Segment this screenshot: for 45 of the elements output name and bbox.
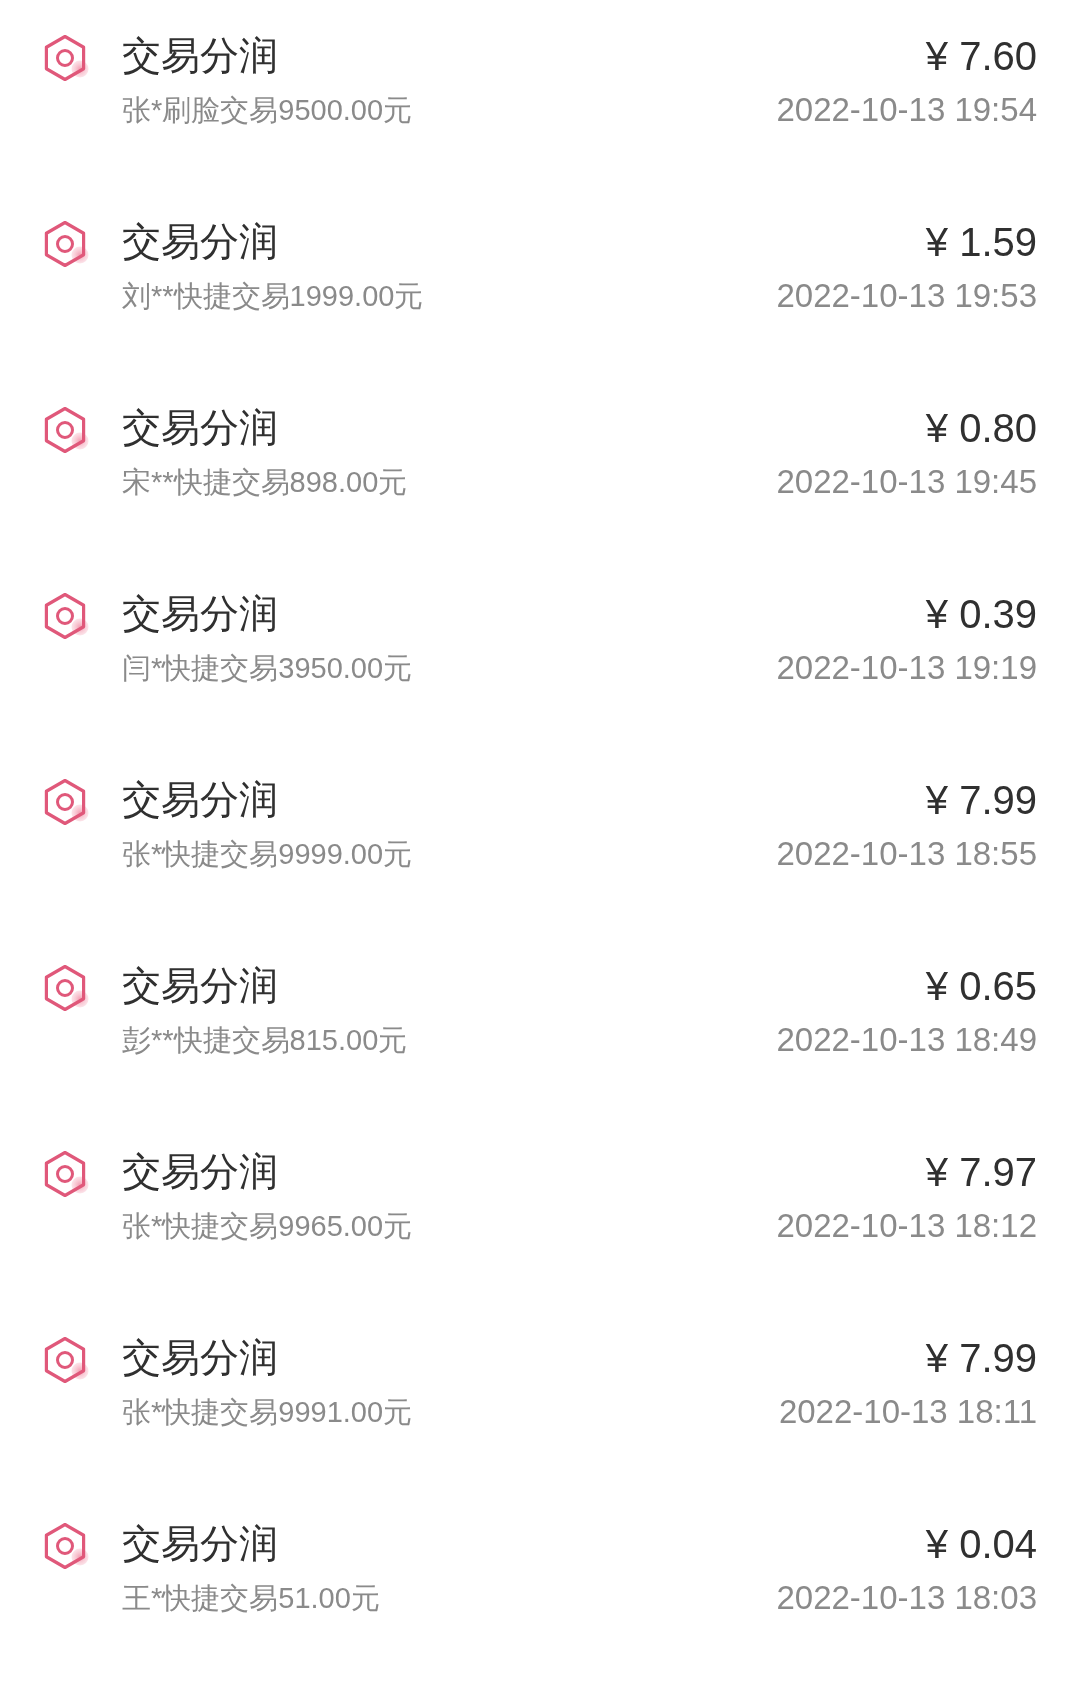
transaction-amount: ¥ 7.60 bbox=[925, 33, 1037, 80]
transaction-description: 彭**快捷交易815.00元 bbox=[122, 1023, 408, 1058]
transaction-amount: ¥ 0.65 bbox=[925, 963, 1037, 1010]
transaction-description: 刘**快捷交易1999.00元 bbox=[122, 279, 424, 314]
transaction-description: 张*快捷交易9999.00元 bbox=[122, 837, 413, 872]
transaction-amount: ¥ 0.04 bbox=[925, 1521, 1037, 1568]
hexagon-icon bbox=[43, 33, 89, 83]
transaction-title: 交易分润 bbox=[122, 405, 278, 451]
hexagon-icon bbox=[43, 1149, 89, 1199]
transaction-time: 2022-10-13 19:45 bbox=[776, 464, 1037, 500]
transaction-description: 张*快捷交易9965.00元 bbox=[122, 1209, 413, 1244]
transaction-amount: ¥ 1.59 bbox=[925, 219, 1037, 266]
transaction-title: 交易分润 bbox=[122, 1335, 278, 1381]
hexagon-icon bbox=[43, 591, 89, 641]
hexagon-icon bbox=[43, 405, 89, 455]
transaction-title: 交易分润 bbox=[122, 777, 278, 823]
hexagon-icon bbox=[43, 1521, 89, 1571]
transaction-amount: ¥ 7.97 bbox=[925, 1149, 1037, 1196]
transaction-description: 张*刷脸交易9500.00元 bbox=[122, 93, 413, 128]
transaction-amount: ¥ 7.99 bbox=[925, 777, 1037, 824]
transaction-title: 交易分润 bbox=[122, 963, 278, 1009]
transaction-title: 交易分润 bbox=[122, 33, 278, 79]
transaction-time: 2022-10-13 18:55 bbox=[776, 836, 1037, 872]
transaction-title: 交易分润 bbox=[122, 1521, 278, 1567]
transaction-amount: ¥ 0.80 bbox=[925, 405, 1037, 452]
hexagon-icon bbox=[43, 219, 89, 269]
transaction-time: 2022-10-13 19:54 bbox=[776, 92, 1037, 128]
transaction-time: 2022-10-13 18:11 bbox=[778, 1394, 1037, 1430]
transaction-amount: ¥ 7.99 bbox=[925, 1335, 1037, 1382]
hexagon-icon bbox=[43, 963, 89, 1013]
transaction-time: 2022-10-13 19:53 bbox=[776, 278, 1037, 314]
transaction-time: 2022-10-13 18:49 bbox=[776, 1022, 1037, 1058]
transaction-time: 2022-10-13 19:19 bbox=[776, 650, 1037, 686]
hexagon-icon bbox=[43, 777, 89, 827]
transaction-title: 交易分润 bbox=[122, 591, 278, 637]
transaction-description: 张*快捷交易9991.00元 bbox=[122, 1395, 413, 1430]
transaction-title: 交易分润 bbox=[122, 219, 278, 265]
transaction-time: 2022-10-13 18:12 bbox=[776, 1208, 1037, 1244]
transaction-title: 交易分润 bbox=[122, 1149, 278, 1195]
transaction-amount: ¥ 0.39 bbox=[925, 591, 1037, 638]
transaction-description: 王*快捷交易51.00元 bbox=[122, 1581, 380, 1616]
hexagon-icon bbox=[43, 1335, 89, 1385]
transaction-description: 宋**快捷交易898.00元 bbox=[122, 465, 408, 500]
transaction-description: 闫*快捷交易3950.00元 bbox=[122, 651, 413, 686]
transaction-time: 2022-10-13 18:03 bbox=[776, 1580, 1037, 1616]
